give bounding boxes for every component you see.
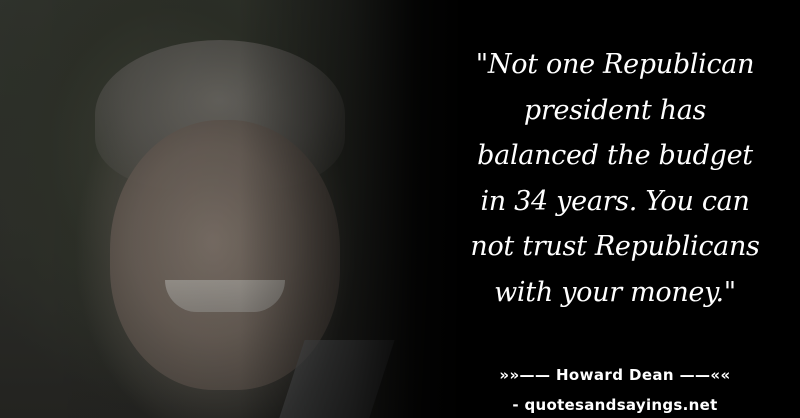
quote-line: not trust Republicans [470,231,760,262]
quote-line: balanced the budget [477,140,753,171]
source-credit: - quotesandsayings.net [512,396,718,414]
quote-line: in 34 years. You can [480,185,750,217]
quote-line: president has [523,94,707,126]
quote-card: "Not one Republican president has balanc… [0,0,800,418]
quote-text: "Not one Republican president has balanc… [430,42,800,315]
quote-line: with your money." [494,276,736,308]
author-attribution: »»—— Howard Dean ——«« [499,366,731,384]
quote-line: "Not one Republican [475,49,755,80]
